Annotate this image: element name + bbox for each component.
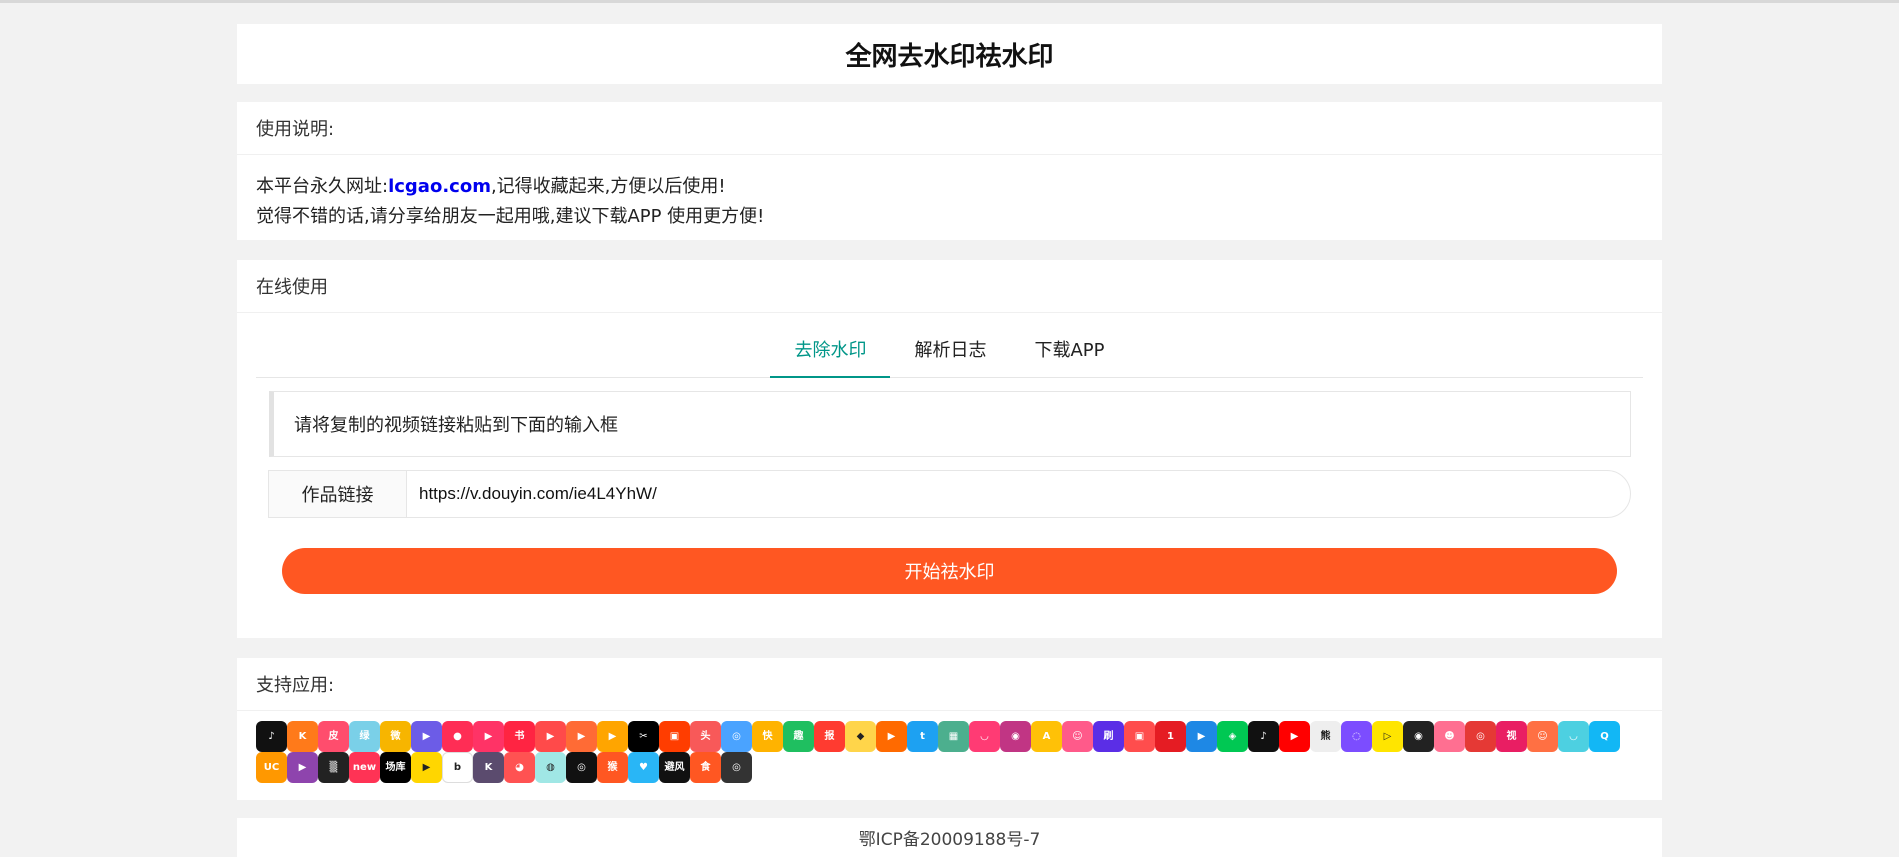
- xiaohongshu-icon: 书: [504, 721, 535, 752]
- toutiao-icon: 头: [690, 721, 721, 752]
- netease-icon: ◎: [1465, 721, 1496, 752]
- gang-icon: 刷: [1093, 721, 1124, 752]
- cartoon-icon: ☺: [1527, 721, 1558, 752]
- support-header: 支持应用:: [237, 658, 1662, 711]
- instagram-icon: ◉: [1000, 721, 1031, 752]
- ring-icon: ◎: [721, 752, 752, 783]
- yellow-play-icon: ▷: [1372, 721, 1403, 752]
- notice-line-1: 本平台永久网址:lcgao.com,记得收藏起来,方便以后使用!: [256, 172, 1643, 202]
- weishi-icon: ▶: [411, 721, 442, 752]
- icp-number[interactable]: 鄂ICP备20009188号-7: [859, 825, 1041, 850]
- twitter-icon: t: [907, 721, 938, 752]
- live-icon: ▣: [659, 721, 690, 752]
- purple-icon: ▶: [287, 752, 318, 783]
- youku-icon: ▶: [1186, 721, 1217, 752]
- stripe-icon: ▒: [318, 752, 349, 783]
- tab-remove-watermark[interactable]: 去除水印: [770, 330, 891, 378]
- shipin-icon: 视: [1496, 721, 1527, 752]
- link-input[interactable]: [406, 470, 1631, 518]
- youtube-icon: ▶: [1279, 721, 1310, 752]
- red-circle-icon: ◕: [504, 752, 535, 783]
- yellow-tv-icon: ▶: [411, 752, 442, 783]
- kuaibao-icon: 报: [814, 721, 845, 752]
- bifeng-icon: 避风: [659, 752, 690, 783]
- uc-icon: UC: [256, 752, 287, 783]
- title-bar: 全网去水印祛水印: [237, 24, 1662, 84]
- iqiyi-icon: ◈: [1217, 721, 1248, 752]
- kuaishou-icon: K: [287, 721, 318, 752]
- chick-icon: ◆: [845, 721, 876, 752]
- notice-line-2: 觉得不错的话,请分享给朋友一起用哦,建议下载APP 使用更方便!: [256, 206, 765, 227]
- douyin-icon: ♪: [256, 721, 287, 752]
- weibo-icon: 微: [380, 721, 411, 752]
- pipixia-icon: 皮: [318, 721, 349, 752]
- qq-icon: Q: [1589, 721, 1620, 752]
- douban-icon: ▦: [938, 721, 969, 752]
- momo-icon: ◡: [969, 721, 1000, 752]
- bowl-icon: ◡: [1558, 721, 1589, 752]
- tv-icon: ▣: [1124, 721, 1155, 752]
- start-remove-button[interactable]: 开始祛水印: [282, 548, 1617, 594]
- shi-icon: 食: [690, 752, 721, 783]
- meipai-icon: ●: [442, 721, 473, 752]
- app-icon-grid: ♪ K 皮绿微 ▶ ● ▶ 书 ▶ ▶ ▶ ✂ ▣ 头 ◎ 快趣报 ◆ ▶ t ▦ ◡ ◉ A ☺ 刷 ▣ 1 ▶ ◈ ♪ ▶ 熊 ◌ ▷ ◉ ☻ ◎…: [237, 711, 1662, 783]
- notice-line-1-suffix: ,记得收藏起来,方便以后使用!: [490, 176, 726, 197]
- tab-download-app[interactable]: 下载APP: [1010, 330, 1128, 378]
- b-icon: b: [442, 752, 473, 783]
- eye-icon: ◉: [1403, 721, 1434, 752]
- chat-icon: ◌: [1341, 721, 1372, 752]
- online-panel: 在线使用 去除水印 解析日志 下载APP 请将复制的视频链接粘贴到下面的输入框 …: [237, 260, 1662, 638]
- qutoutiao-icon: 趣: [783, 721, 814, 752]
- weishi2-icon: ▶: [597, 721, 628, 752]
- footer: 鄂ICP备20009188号-7: [237, 818, 1662, 857]
- kuai-icon: 快: [752, 721, 783, 752]
- mouth-icon: ◎: [566, 752, 597, 783]
- xigua-icon: ▶: [535, 721, 566, 752]
- tab-bar: 去除水印 解析日志 下载APP: [256, 330, 1643, 378]
- heart-icon: ♥: [628, 752, 659, 783]
- k-icon: K: [473, 752, 504, 783]
- pastel-icon: ◍: [535, 752, 566, 783]
- link-input-row: 作品链接: [268, 470, 1631, 518]
- tiktok-icon: ♪: [1248, 721, 1279, 752]
- monkey-icon: 猴: [597, 752, 628, 783]
- haokan-icon: ▶: [473, 721, 504, 752]
- face-icon: ☺: [1062, 721, 1093, 752]
- bear-icon: 熊: [1310, 721, 1341, 752]
- capcut-icon: ✂: [628, 721, 659, 752]
- girl-icon: ☻: [1434, 721, 1465, 752]
- page-title: 全网去水印祛水印: [845, 41, 1054, 72]
- tab-parse-log[interactable]: 解析日志: [890, 330, 1010, 378]
- hint-box: 请将复制的视频链接粘贴到下面的输入框: [269, 391, 1631, 457]
- link-input-label: 作品链接: [268, 470, 406, 518]
- lvzhou-icon: 绿: [349, 721, 380, 752]
- play-orange-icon: ▶: [876, 721, 907, 752]
- online-header: 在线使用: [237, 260, 1662, 313]
- notice-panel: 使用说明: 本平台永久网址:lcgao.com,记得收藏起来,方便以后使用! 觉…: [237, 102, 1662, 240]
- notice-body: 本平台永久网址:lcgao.com,记得收藏起来,方便以后使用! 觉得不错的话,…: [237, 155, 1662, 249]
- support-panel: 支持应用: ♪ K 皮绿微 ▶ ● ▶ 书 ▶ ▶ ▶ ✂ ▣ 头 ◎ 快趣报 ◆ ▶ t ▦ ◡ ◉ A ☺ 刷 ▣ 1 ▶ ◈ ♪ ▶…: [237, 658, 1662, 800]
- yidian-icon: 1: [1155, 721, 1186, 752]
- huoshan-icon: ▶: [566, 721, 597, 752]
- site-link[interactable]: lcgao.com: [388, 176, 491, 197]
- top-border: [0, 0, 1899, 3]
- notice-line-1-prefix: 本平台永久网址:: [256, 176, 389, 197]
- notice-header: 使用说明:: [237, 102, 1662, 155]
- zuiyou-icon: ◎: [721, 721, 752, 752]
- acfun-icon: A: [1031, 721, 1062, 752]
- new-icon: new: [349, 752, 380, 783]
- changku-icon: 场库: [380, 752, 411, 783]
